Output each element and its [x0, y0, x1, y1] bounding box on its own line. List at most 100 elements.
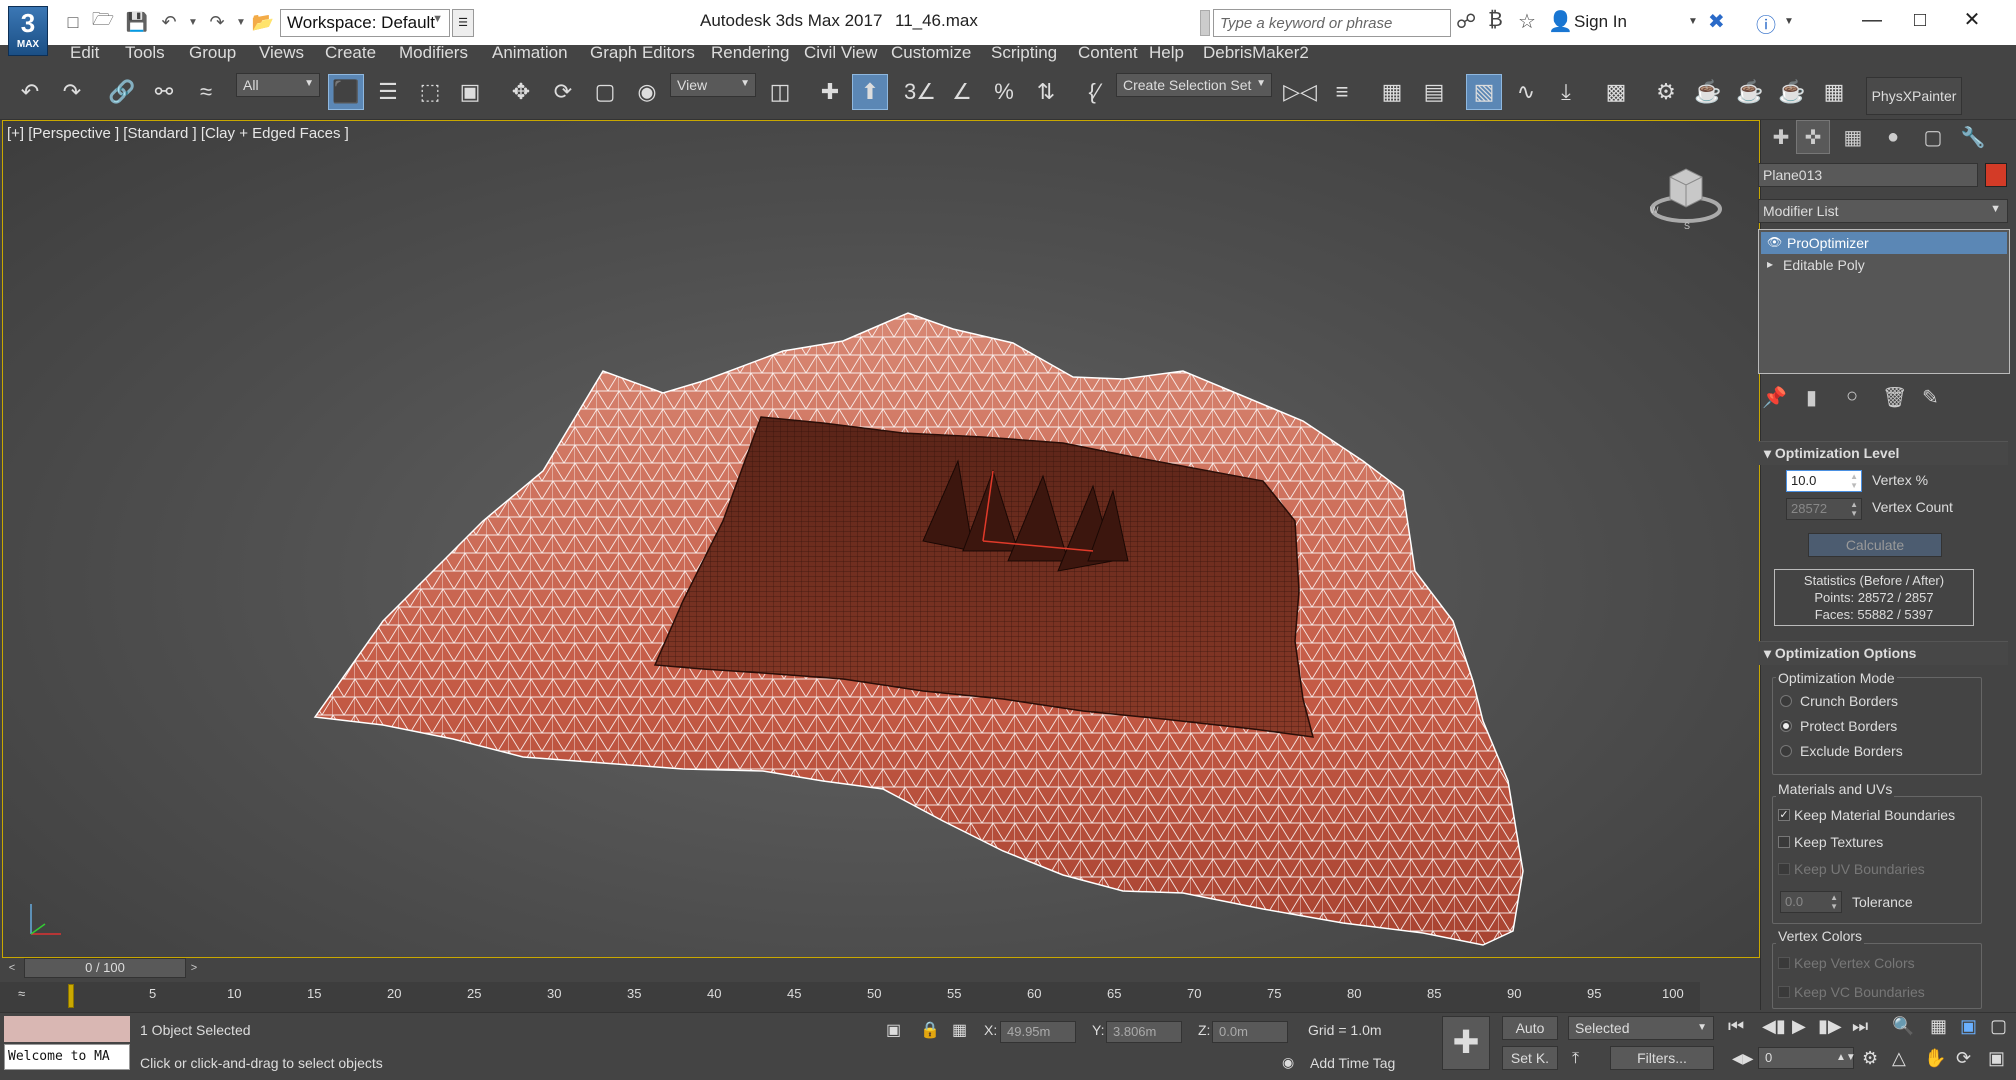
redo-icon[interactable]: ↷	[54, 74, 90, 110]
next-frame-icon[interactable]: ▮▶	[1818, 1016, 1842, 1037]
subscription-icon[interactable]: ₿	[1488, 9, 1503, 32]
create-tab-icon[interactable]: ✚	[1764, 120, 1798, 154]
move-icon[interactable]: ✥	[503, 74, 539, 110]
exclude-borders-radio[interactable]	[1780, 745, 1792, 757]
menu-help[interactable]: Help	[1145, 43, 1188, 63]
unlink-icon[interactable]: ⚯	[146, 74, 182, 110]
render-setup-icon[interactable]: ⚙	[1648, 74, 1684, 110]
close-button[interactable]: ✕	[1952, 2, 1992, 38]
menu-create[interactable]: Create	[321, 43, 380, 63]
terrain-mesh[interactable]	[3, 121, 1760, 958]
remove-modifier-icon[interactable]: 🗑	[1882, 385, 1907, 410]
menu-edit[interactable]: Edit	[66, 43, 103, 63]
place-icon[interactable]: ◉	[629, 74, 665, 110]
zoom-icon[interactable]: 🔍	[1892, 1016, 1914, 1037]
object-color-swatch[interactable]	[1985, 163, 2007, 187]
angle-snap-icon[interactable]: ∠	[944, 74, 980, 110]
perspective-viewport[interactable]: [+] [Perspective ] [Standard ] [Clay + E…	[2, 120, 1760, 958]
undo-icon[interactable]: ↶	[12, 74, 48, 110]
x-coordinate-field[interactable]: 49.95m	[1000, 1021, 1076, 1043]
keep-textures-checkbox[interactable]	[1778, 836, 1790, 848]
selection-lock-icon[interactable]: 🔒	[920, 1020, 940, 1040]
rendered-frame-window-icon[interactable]: ☕	[1690, 74, 1726, 110]
keep-textures-label[interactable]: Keep Textures	[1794, 834, 1883, 850]
menu-content[interactable]: Content	[1074, 43, 1142, 63]
link-icon[interactable]: 🔗	[104, 74, 140, 110]
menu-views[interactable]: Views	[255, 43, 308, 63]
time-configuration-icon[interactable]: ⚙	[1862, 1048, 1878, 1069]
optimization-options-rollout[interactable]: ▾ Optimization Options	[1758, 641, 2008, 665]
pin-stack-icon[interactable]: 📌	[1762, 385, 1787, 410]
select-manipulate-icon[interactable]: ✚	[812, 74, 848, 110]
render-in-cloud-icon[interactable]: ▦	[1816, 74, 1852, 110]
scene-explorer-icon[interactable]: ▦	[1374, 74, 1410, 110]
modifier-list-dropdown[interactable]: Modifier List ▼	[1758, 199, 2008, 223]
search-input[interactable]: Type a keyword or phrase	[1213, 9, 1451, 37]
menu-debrismaker2[interactable]: DebrisMaker2	[1199, 43, 1313, 63]
time-slider-next-icon[interactable]: >	[186, 958, 202, 978]
go-to-end-icon[interactable]: ⏭	[1852, 1016, 1868, 1037]
rotate-icon[interactable]: ⟳	[545, 74, 581, 110]
current-frame-marker[interactable]	[68, 984, 74, 1008]
select-by-name-icon[interactable]: ☰	[370, 74, 406, 110]
orbit-icon[interactable]: ⟳	[1956, 1048, 1971, 1069]
help-dropdown-icon[interactable]: ▼	[1784, 16, 1794, 27]
render-production-icon[interactable]: ☕	[1732, 74, 1768, 110]
reference-coord-dropdown[interactable]: View ▼	[670, 73, 756, 97]
play-icon[interactable]: ▶	[1792, 1016, 1806, 1037]
pivot-center-icon[interactable]: ◫	[762, 74, 798, 110]
modify-tab-icon[interactable]: ✜	[1796, 120, 1830, 154]
material-editor-icon[interactable]: ▩	[1598, 74, 1634, 110]
time-slider[interactable]: 0 / 100	[24, 958, 186, 978]
sign-in-dropdown-icon[interactable]: ▼	[1688, 16, 1698, 27]
key-mode-toggle-icon[interactable]: ✚	[1442, 1016, 1490, 1070]
spinner-snap-icon[interactable]: ⇅	[1028, 74, 1064, 110]
favorites-star-icon[interactable]: ☆	[1518, 9, 1536, 34]
viewcube[interactable]: W S	[1648, 151, 1728, 231]
select-object-icon[interactable]: ⬛	[328, 74, 364, 110]
go-to-start-icon[interactable]: ⏮	[1728, 1016, 1744, 1037]
percent-snap-icon[interactable]: %	[986, 74, 1022, 110]
configure-modifier-sets-icon[interactable]: ✎	[1922, 385, 1939, 410]
vertex-percent-spinner[interactable]: 10.0 ▲ ▼	[1786, 470, 1862, 492]
key-filter-dropdown[interactable]: Selected ▼	[1568, 1016, 1714, 1040]
spinner-arrows-icon[interactable]: ▲▼	[1850, 472, 1858, 490]
object-name-field[interactable]: Plane013	[1758, 163, 1978, 187]
menu-modifiers[interactable]: Modifiers	[395, 43, 472, 63]
utilities-tab-icon[interactable]: 🔧	[1956, 120, 1990, 154]
scale-icon[interactable]: ▢	[587, 74, 623, 110]
window-crossing-icon[interactable]: ▣	[452, 74, 488, 110]
display-tab-icon[interactable]: ▢	[1916, 120, 1950, 154]
maxscript-listener-input[interactable]: Welcome to MA	[4, 1044, 130, 1070]
absolute-mode-icon[interactable]: ▦	[952, 1020, 967, 1040]
show-end-result-icon[interactable]: ▮	[1806, 385, 1817, 410]
snaps-toggle-icon[interactable]: 3∠	[902, 74, 938, 110]
keep-material-boundaries-label[interactable]: Keep Material Boundaries	[1794, 807, 1955, 823]
redo-icon[interactable]: ↷	[204, 9, 230, 35]
protect-borders-radio[interactable]	[1780, 720, 1792, 732]
menu-civil-view[interactable]: Civil View	[800, 43, 881, 63]
exclude-borders-label[interactable]: Exclude Borders	[1800, 743, 1903, 759]
edit-named-selection-icon[interactable]: {⁄	[1076, 74, 1112, 110]
vertex-count-spinner[interactable]: 28572 ▲ ▼	[1786, 498, 1862, 520]
zoom-extents-all-icon[interactable]: ▢	[1990, 1016, 2007, 1037]
spinner-arrows-icon[interactable]: ▲▼	[1836, 1052, 1856, 1063]
crunch-borders-label[interactable]: Crunch Borders	[1800, 693, 1898, 709]
named-selection-set-dropdown[interactable]: Create Selection Set ▼	[1116, 73, 1272, 97]
menu-tools[interactable]: Tools	[121, 43, 169, 63]
y-coordinate-field[interactable]: 3.806m	[1106, 1021, 1182, 1043]
menu-group[interactable]: Group	[185, 43, 240, 63]
time-tag-icon[interactable]: ◉	[1282, 1054, 1294, 1071]
sign-in-button[interactable]: Sign In	[1574, 12, 1627, 32]
protect-borders-label[interactable]: Protect Borders	[1800, 718, 1897, 734]
ribbon-toggle-icon[interactable]: ▧	[1466, 74, 1502, 110]
undo-dropdown-icon[interactable]: ▼	[180, 9, 206, 35]
app-menu-button[interactable]: 3 MAX	[8, 6, 48, 56]
project-folder-icon[interactable]: 📂	[250, 9, 276, 35]
rectangular-selection-icon[interactable]: ⬚	[412, 74, 448, 110]
stack-item-prooptimizer[interactable]: 👁 ProOptimizer	[1761, 232, 2007, 254]
z-coordinate-field[interactable]: 0.0m	[1212, 1021, 1288, 1043]
maxscript-listener-output[interactable]	[4, 1016, 130, 1042]
save-file-icon[interactable]: 💾	[124, 9, 150, 35]
minimize-button[interactable]: —	[1852, 2, 1892, 38]
